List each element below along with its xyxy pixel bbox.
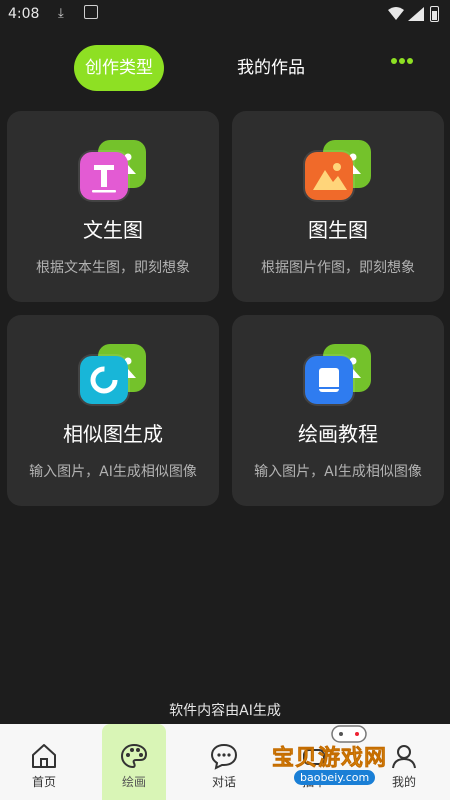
chat-icon — [210, 743, 238, 770]
battery-icon — [430, 6, 439, 22]
status-time: 4:08 — [8, 6, 40, 22]
download-icon: ⤓ — [58, 6, 64, 21]
signal-icon — [408, 7, 424, 21]
watermark: 宝贝游戏网 baobeiy.com — [272, 725, 422, 798]
image-to-image-icon — [305, 140, 371, 200]
text-to-image-icon — [80, 140, 146, 200]
ai-disclaimer: 软件内容由AI生成 — [169, 703, 281, 719]
text-t-icon — [80, 152, 128, 200]
wifi-icon — [388, 7, 404, 20]
nav-label: 首页 — [31, 775, 56, 789]
card-subtitle: 输入图片，AI生成相似图像 — [254, 464, 422, 480]
more-icon[interactable] — [389, 56, 415, 66]
watermark-url: baobeiy.com — [294, 770, 376, 785]
palette-icon — [120, 743, 148, 769]
book-icon — [305, 356, 353, 404]
card-subtitle: 输入图片，AI生成相似图像 — [29, 464, 197, 480]
card-title: 绘画教程 — [298, 422, 378, 446]
card-title: 图生图 — [308, 218, 368, 242]
card-drawing-tutorial[interactable]: 绘画教程 输入图片，AI生成相似图像 — [232, 315, 444, 506]
nav-chat[interactable]: 对话 — [192, 724, 256, 800]
card-title: 文生图 — [83, 218, 143, 242]
card-subtitle: 根据图片作图，即刻想象 — [261, 260, 415, 276]
card-title: 相似图生成 — [63, 422, 163, 446]
circle-refresh-icon — [80, 356, 128, 404]
nav-label: 对话 — [211, 775, 236, 789]
notification-icon — [84, 5, 98, 19]
card-image-to-image[interactable]: 图生图 根据图片作图，即刻想象 — [232, 111, 444, 302]
card-text-to-image[interactable]: 文生图 根据文本生图，即刻想象 — [7, 111, 219, 302]
nav-home[interactable]: 首页 — [12, 724, 76, 800]
card-subtitle: 根据文本生图，即刻想象 — [36, 260, 190, 276]
tab-my-works[interactable]: 我的作品 — [226, 45, 316, 91]
card-similar-image[interactable]: 相似图生成 输入图片，AI生成相似图像 — [7, 315, 219, 506]
drawing-tutorial-icon — [305, 344, 371, 404]
nav-drawing[interactable]: 绘画 — [102, 724, 166, 800]
home-icon — [32, 744, 56, 768]
nav-label: 绘画 — [121, 775, 146, 789]
tab-creation-type[interactable]: 创作类型 — [74, 45, 164, 91]
watermark-text: 宝贝游戏网 — [272, 746, 388, 772]
status-bar: 4:08 ⤓ — [0, 0, 450, 32]
image-icon — [305, 152, 353, 200]
similar-image-icon — [80, 344, 146, 404]
